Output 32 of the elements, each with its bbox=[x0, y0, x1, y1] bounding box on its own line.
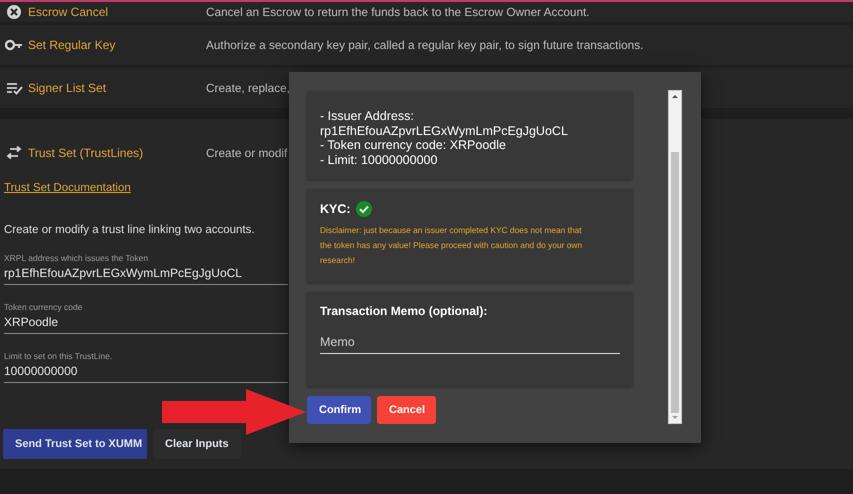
memo-field[interactable]: Memo bbox=[320, 335, 620, 354]
action-description: Create, replace, bbox=[206, 81, 290, 95]
action-title[interactable]: Set Regular Key bbox=[28, 38, 206, 52]
field-label: XRPL address which issues the Token bbox=[4, 253, 150, 263]
disclaimer-text: Disclaimer: just because an issuer completed KYC does not mean that the token has any value! Please proceed with caution and do your own research! bbox=[320, 224, 584, 267]
clear-button[interactable]: Clear Inputs bbox=[153, 429, 241, 459]
field-label: Token currency code bbox=[4, 302, 84, 312]
action-description: Create or modif bbox=[206, 146, 288, 160]
text-field[interactable]: XRPoodle bbox=[4, 315, 288, 334]
action-title[interactable]: Trust Set (TrustLines) bbox=[28, 146, 206, 160]
list-check-icon bbox=[6, 82, 22, 94]
scrollbar[interactable] bbox=[668, 90, 682, 424]
summary-line: - Issuer Address: bbox=[320, 109, 415, 124]
action-title[interactable]: Signer List Set bbox=[28, 81, 206, 95]
summary-line: - Limit: 10000000000 bbox=[320, 152, 438, 167]
intro-text: Create or modify a trust line linking two accounts. bbox=[4, 224, 255, 236]
kyc-label: KYC: bbox=[320, 202, 351, 216]
summary-line: rp1EfhEfouAZpvrLEGxWymLmPcEgJgUoCL bbox=[320, 124, 569, 138]
action-title[interactable]: Escrow Cancel bbox=[28, 5, 206, 19]
field-label: Limit to set on this TrustLine. bbox=[4, 351, 114, 361]
text-field[interactable]: rp1EfhEfouAZpvrLEGxWymLmPcEgJgUoCL bbox=[4, 266, 288, 285]
summary-line: - Token currency code: XRPoodle bbox=[320, 138, 507, 152]
documentation-link[interactable]: Trust Set Documentation bbox=[4, 182, 131, 194]
action-description: Cancel an Escrow to return the funds back to the Escrow Owner Account. bbox=[206, 5, 590, 19]
confirm-button[interactable]: Confirm bbox=[307, 396, 371, 424]
action-description: Authorize a secondary key pair, called a regular key pair, to sign future transactions. bbox=[206, 38, 644, 52]
key-icon bbox=[5, 39, 23, 51]
cancel-button[interactable]: Cancel bbox=[377, 396, 436, 424]
swap-icon bbox=[6, 146, 22, 160]
text-field[interactable]: 10000000000 bbox=[4, 364, 288, 383]
send-button[interactable]: Send Trust Set to XUMM bbox=[3, 429, 147, 459]
memo-title: Transaction Memo (optional): bbox=[320, 304, 488, 318]
